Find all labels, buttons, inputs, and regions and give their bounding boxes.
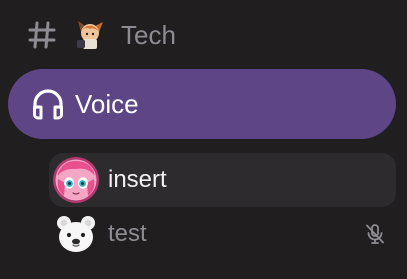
channel-name: Tech	[121, 20, 176, 50]
voice-member-test[interactable]: test	[49, 207, 396, 261]
polar-bear-avatar	[57, 216, 95, 252]
anime-girl-avatar	[53, 157, 99, 203]
headphones-icon	[33, 89, 63, 120]
voice-member-insert[interactable]: insert	[49, 153, 396, 207]
anime-character-emoji	[77, 21, 103, 49]
voice-channel-button[interactable]: Voice	[8, 69, 396, 139]
member-name: test	[108, 220, 147, 247]
member-name: insert	[108, 166, 167, 193]
voice-channel-label: Voice	[75, 89, 139, 119]
mic-off-icon	[366, 224, 384, 244]
text-channel-tech[interactable]: Tech	[0, 0, 407, 68]
hash-icon	[28, 21, 56, 49]
